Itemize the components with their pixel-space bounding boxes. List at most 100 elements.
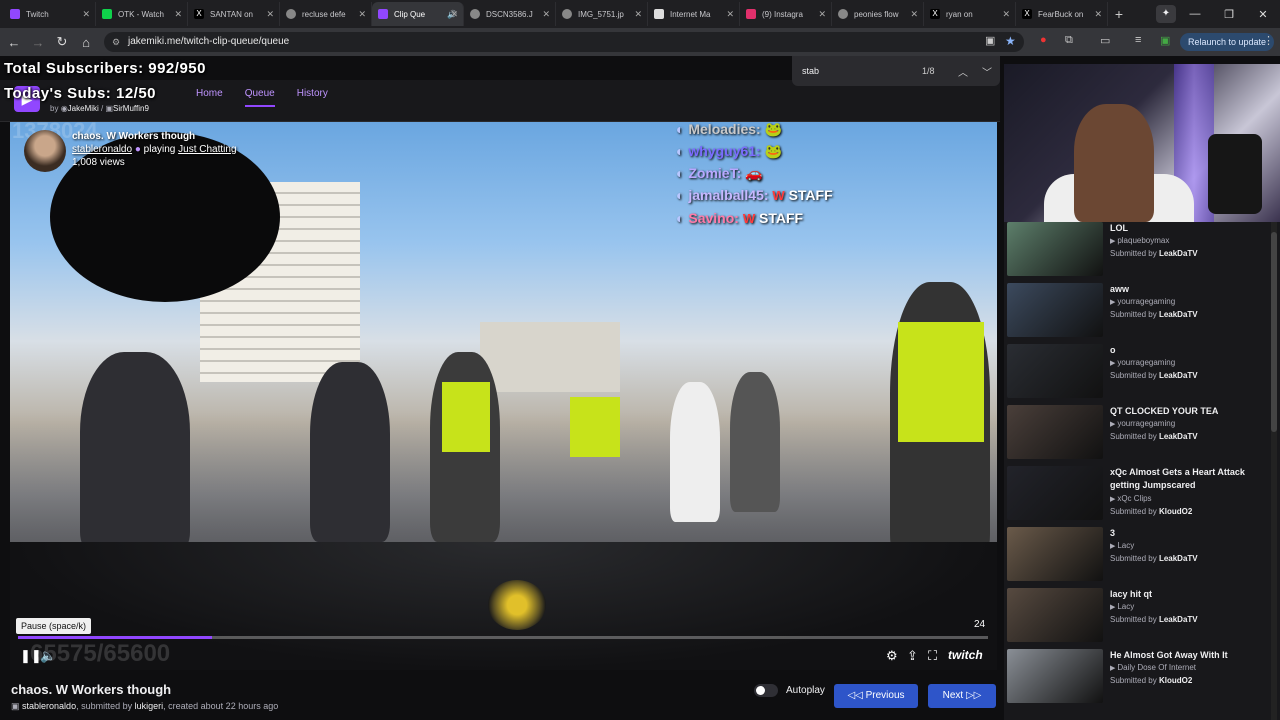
extension-icon[interactable]: ✦ <box>1156 5 1176 23</box>
close-icon[interactable]: ✕ <box>174 9 182 20</box>
close-icon[interactable]: ✕ <box>1094 9 1102 20</box>
url-bar[interactable]: ⚙ jakemiki.me/twitch-clip-queue/queue <box>104 32 1024 52</box>
queue-item[interactable]: awwyourragegaming Submitted by LeakDaTV <box>1007 283 1267 339</box>
close-icon[interactable]: ✕ <box>542 9 550 20</box>
nav-history[interactable]: History <box>297 88 328 107</box>
person-face <box>1074 104 1154 222</box>
fullscreen-icon[interactable]: ⛶ <box>928 648 937 664</box>
queue-item[interactable]: He Almost Got Away With ItDaily Dose Of … <box>1007 649 1267 705</box>
x-icon: X <box>930 9 940 19</box>
queue-thumbnail[interactable] <box>1007 405 1103 459</box>
queue-thumbnail[interactable] <box>1007 588 1103 642</box>
share-icon[interactable]: ⇪ <box>907 648 918 664</box>
queue-item-title[interactable]: LOL <box>1110 222 1260 235</box>
queue-item[interactable]: 3Lacy Submitted by LeakDaTV <box>1007 527 1267 583</box>
new-tab-icon[interactable]: + <box>1108 6 1130 22</box>
nav-queue[interactable]: Queue <box>244 88 275 107</box>
queue-item-title[interactable]: QT CLOCKED YOUR TEA <box>1110 405 1260 418</box>
site-info-icon[interactable]: ⚙ <box>112 32 120 52</box>
queue-thumbnail[interactable] <box>1007 283 1103 337</box>
browser-tab[interactable]: OTK - Watch ✕ <box>96 2 188 26</box>
scrollbar-thumb[interactable] <box>1271 232 1277 432</box>
queue-item-title[interactable]: xQc Almost Gets a Heart Attack getting J… <box>1110 466 1260 492</box>
previous-button[interactable]: ◁◁ Previous <box>834 684 918 708</box>
twitch-logo[interactable]: twitch <box>948 648 983 662</box>
browser-tab-active[interactable]: Clip Que 🔊 ✕ <box>372 2 464 26</box>
scrollbar[interactable] <box>1271 222 1277 720</box>
queue-item-channel: Lacy <box>1110 602 1134 611</box>
queue-thumbnail[interactable] <box>1007 466 1103 520</box>
queue-item-channel: xQc Clips <box>1110 494 1151 503</box>
browser-tab[interactable]: peonies flow ✕ <box>832 2 924 26</box>
video-player[interactable] <box>10 122 997 670</box>
queue-item[interactable]: QT CLOCKED YOUR TEAyourragegaming Submitt… <box>1007 405 1267 461</box>
profile-icon[interactable]: ▣ <box>1160 34 1170 47</box>
clip-title: chaos. W Workers though <box>11 682 172 697</box>
relaunch-button[interactable]: Relaunch to update <box>1180 33 1275 51</box>
extension-icon[interactable]: ● <box>1040 34 1047 46</box>
volume-icon[interactable]: 🔈 <box>40 648 56 664</box>
reading-list-icon[interactable]: ≡ <box>1135 34 1141 46</box>
bookmark-star-icon[interactable]: ★ <box>1005 34 1016 48</box>
close-icon[interactable]: ✕ <box>266 9 274 20</box>
queue-thumbnail[interactable] <box>1007 344 1103 398</box>
browser-tab[interactable]: Twitch ✕ <box>4 2 96 26</box>
queue-item[interactable]: LOLplaqueboymax Submitted by LeakDaTV <box>1007 222 1267 278</box>
nav-home[interactable]: Home <box>196 88 223 107</box>
queue-item[interactable]: lacy hit qtLacy Submitted by LeakDaTV <box>1007 588 1267 644</box>
home-icon[interactable]: ⌂ <box>74 35 98 50</box>
next-button[interactable]: Next ▷▷ <box>928 684 996 708</box>
close-icon[interactable]: ✕ <box>82 9 90 20</box>
badge-icon: ◐ <box>676 121 689 137</box>
close-icon[interactable]: ✕ <box>910 9 918 20</box>
close-icon[interactable]: ✕ <box>1002 9 1010 20</box>
progress-bar[interactable] <box>18 636 988 639</box>
close-icon[interactable]: ✕ <box>450 9 458 20</box>
queue-item-title[interactable]: lacy hit qt <box>1110 588 1260 601</box>
browser-tab[interactable]: Internet Ma ✕ <box>648 2 740 26</box>
autoplay-toggle[interactable] <box>754 684 778 697</box>
reload-icon[interactable]: ↻ <box>50 34 74 50</box>
queue-thumbnail[interactable] <box>1007 527 1103 581</box>
queue-item-channel: Lacy <box>1110 541 1134 550</box>
more-icon[interactable]: ⋮ <box>1263 34 1274 47</box>
avatar[interactable] <box>24 130 66 172</box>
page-icon <box>654 9 664 19</box>
close-window-icon[interactable]: ✕ <box>1246 8 1280 21</box>
close-icon[interactable]: ✕ <box>726 9 734 20</box>
close-icon[interactable]: ✕ <box>634 9 642 20</box>
close-icon[interactable]: ✕ <box>358 9 366 20</box>
find-input[interactable]: stab <box>802 66 819 76</box>
minimize-icon[interactable]: — <box>1178 8 1212 20</box>
browser-tab[interactable]: Xryan on ✕ <box>924 2 1016 26</box>
browser-tab[interactable]: IMG_5751.jp ✕ <box>556 2 648 26</box>
browser-tab[interactable]: recluse defe ✕ <box>280 2 372 26</box>
save-page-icon[interactable]: ▣ <box>985 34 995 47</box>
queue-thumbnail[interactable] <box>1007 649 1103 703</box>
browser-tab[interactable]: X FearBuck on ✕ <box>1016 2 1108 26</box>
total-subscribers-overlay: Total Subscribers: 992/950 <box>4 60 206 77</box>
queue-thumbnail[interactable] <box>1007 222 1103 276</box>
sidebar-icon[interactable]: ▭ <box>1100 34 1110 47</box>
queue-item-title[interactable]: 3 <box>1110 527 1260 540</box>
browser-tab[interactable]: X SANTAN on ✕ <box>188 2 280 26</box>
queue-item-submitter: Submitted by LeakDaTV <box>1110 615 1198 624</box>
find-next-icon[interactable]: ﹀ <box>982 64 992 79</box>
browser-tab[interactable]: DSCN3586.J ✕ <box>464 2 556 26</box>
forward-icon[interactable]: → <box>26 35 50 50</box>
back-icon[interactable]: ← <box>2 35 26 50</box>
close-icon[interactable]: ✕ <box>818 9 826 20</box>
clip-title-overlay[interactable]: chaos. W Workers though <box>72 131 195 142</box>
pause-icon[interactable]: ❚❚ <box>20 648 42 664</box>
queue-item[interactable]: xQc Almost Gets a Heart Attack getting J… <box>1007 466 1267 522</box>
queue-item-title[interactable]: He Almost Got Away With It <box>1110 649 1260 662</box>
queue-item-submitter: Submitted by KloudO2 <box>1110 676 1193 685</box>
puzzle-icon[interactable]: ⧉ <box>1065 34 1073 47</box>
settings-icon[interactable]: ⚙ <box>886 648 898 664</box>
queue-item-title[interactable]: o <box>1110 344 1260 357</box>
queue-item-title[interactable]: aww <box>1110 283 1260 296</box>
queue-item[interactable]: oyourragegaming Submitted by LeakDaTV <box>1007 344 1267 400</box>
maximize-icon[interactable]: ❐ <box>1212 8 1246 21</box>
browser-tab[interactable]: (9) Instagra ✕ <box>740 2 832 26</box>
find-prev-icon[interactable]: ︿ <box>958 64 968 79</box>
